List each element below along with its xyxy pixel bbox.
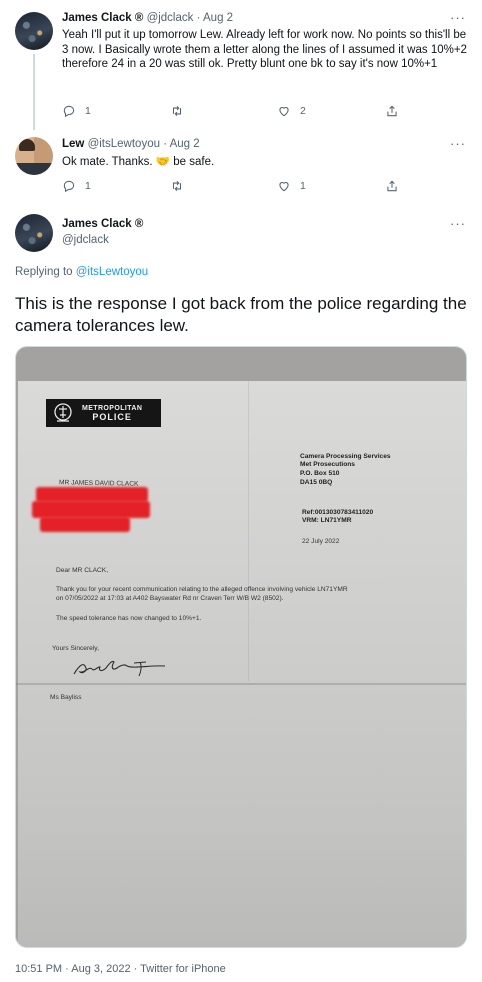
letter-paragraph-2: The speed tolerance has now changed to 1… xyxy=(56,615,202,622)
letter-closing: Yours Sincerely, xyxy=(52,645,99,652)
sender-address-3: P.O. Box 510 xyxy=(300,470,340,477)
redaction-mark xyxy=(40,517,130,532)
vrm-number: VRM: LN71YMR xyxy=(302,517,352,524)
tweet-time[interactable]: Aug 2 xyxy=(203,12,233,24)
user-handle[interactable]: @itsLewtoyou xyxy=(88,138,160,150)
tweet-text-part: Ok mate. Thanks. xyxy=(62,156,153,168)
retweet-icon xyxy=(172,180,182,192)
replying-to-line: Replying to @itsLewtoyou xyxy=(15,266,148,278)
met-police-logo: METROPOLITAN POLICE xyxy=(46,399,161,427)
letter-paragraph-1b: on 07/05/2022 at 17:03 at A402 Bayswater… xyxy=(56,595,284,602)
tweet-reply-1[interactable]: James Clack ® @jdclack · Aug 2 ··· Yeah … xyxy=(0,0,482,130)
handshake-emoji: 🤝 xyxy=(155,156,171,168)
avatar[interactable] xyxy=(15,12,53,50)
retweet-icon xyxy=(172,105,182,117)
more-icon[interactable]: ··· xyxy=(450,216,466,231)
redaction-mark xyxy=(36,487,148,502)
logo-text: METROPOLITAN POLICE xyxy=(82,404,142,422)
tweet-text-part: be safe. xyxy=(173,156,215,168)
thread-connector-line xyxy=(33,54,35,130)
reply-button[interactable]: 1 xyxy=(62,104,91,118)
retweet-button[interactable] xyxy=(170,104,184,118)
letter-paragraph-1a: Thank you for your recent communication … xyxy=(56,586,348,593)
share-button[interactable] xyxy=(385,104,399,118)
user-handle[interactable]: @jdclack xyxy=(62,234,109,246)
like-icon xyxy=(279,107,289,117)
more-icon[interactable]: ··· xyxy=(450,136,466,151)
tweet-actions: 1 2 xyxy=(62,104,402,122)
separator-dot: · xyxy=(163,138,168,150)
tweet-photo[interactable]: METROPOLITAN POLICE Camera Processing Se… xyxy=(15,346,467,948)
signatory-name: Ms Bayliss xyxy=(50,694,82,701)
like-button[interactable]: 1 xyxy=(277,179,306,193)
display-name[interactable]: James Clack ® xyxy=(62,218,143,230)
separator-dot: · xyxy=(196,12,201,24)
tweet-reply-2[interactable]: Lew @itsLewtoyou · Aug 2 ··· Ok mate. Th… xyxy=(0,130,482,210)
display-name[interactable]: James Clack ® xyxy=(62,12,143,24)
reply-count: 1 xyxy=(85,105,91,117)
share-button[interactable] xyxy=(385,179,399,193)
reply-button[interactable]: 1 xyxy=(62,179,91,193)
logo-line-2: POLICE xyxy=(92,412,132,422)
sender-address-4: DA15 0BQ xyxy=(300,479,333,486)
display-name[interactable]: Lew xyxy=(62,138,84,150)
like-count: 1 xyxy=(300,180,306,192)
like-button[interactable]: 2 xyxy=(277,104,306,118)
replying-to-label: Replying to xyxy=(15,266,73,278)
handwritten-signature xyxy=(73,660,166,677)
crest-icon xyxy=(54,403,72,422)
like-icon xyxy=(279,182,289,192)
tweet-actions: 1 1 xyxy=(62,179,402,197)
tweet-timestamp[interactable]: 10:51 PM · Aug 3, 2022 · Twitter for iPh… xyxy=(15,963,226,975)
retweet-button[interactable] xyxy=(170,179,184,193)
reply-count: 1 xyxy=(85,180,91,192)
tweet-text: Yeah I'll put it up tomorrow Lew. Alread… xyxy=(62,29,467,71)
paper-fold-vertical xyxy=(248,381,249,681)
replying-to-link[interactable]: @itsLewtoyou xyxy=(76,266,148,278)
reply-icon xyxy=(63,105,75,118)
sender-address-2: Met Prosecutions xyxy=(300,461,355,468)
main-tweet-text: This is the response I got back from the… xyxy=(15,294,467,335)
tweet-header: James Clack ® @jdclack · Aug 2 xyxy=(62,12,233,24)
more-icon[interactable]: ··· xyxy=(450,10,466,25)
user-handle[interactable]: @jdclack xyxy=(147,12,194,24)
tweet-text: Ok mate. Thanks. 🤝 be safe. xyxy=(62,155,467,170)
letter-date: 22 July 2022 xyxy=(302,538,340,545)
tweet-header: Lew @itsLewtoyou · Aug 2 xyxy=(62,138,200,150)
share-icon xyxy=(387,105,397,117)
avatar[interactable] xyxy=(15,214,53,252)
redaction-mark xyxy=(32,501,150,518)
like-count: 2 xyxy=(300,105,306,117)
avatar[interactable] xyxy=(15,137,53,175)
letter-greeting: Dear MR CLACK, xyxy=(56,567,109,574)
share-icon xyxy=(387,180,397,192)
reply-icon xyxy=(63,180,75,193)
tweet-time[interactable]: Aug 2 xyxy=(170,138,200,150)
